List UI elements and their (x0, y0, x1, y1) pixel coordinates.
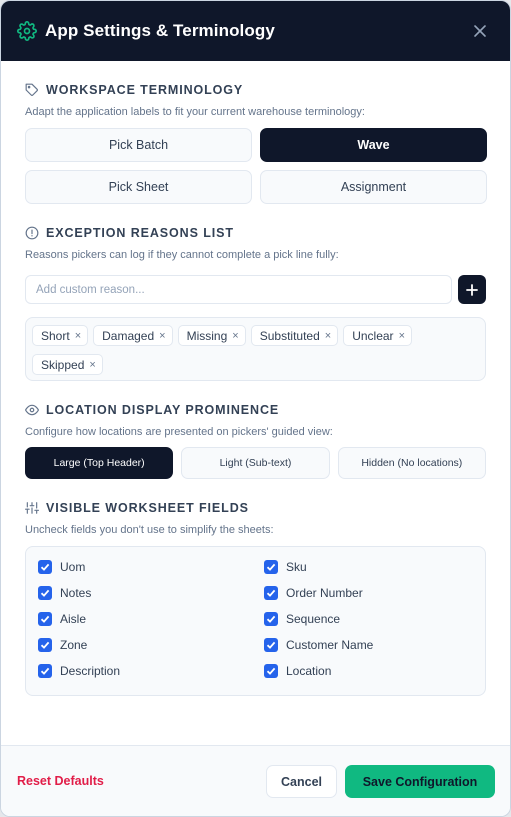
term-option-pick-sheet[interactable]: Pick Sheet (25, 170, 252, 204)
reason-tag: Substituted × (250, 325, 339, 346)
field-aisle[interactable]: Aisle (38, 606, 264, 632)
location-heading: LOCATION DISPLAY PROMINENCE (25, 403, 486, 417)
field-order-number[interactable]: Order Number (264, 580, 464, 606)
fields-description: Uncheck fields you don't use to simplify… (25, 524, 274, 536)
modal-body: WORKSPACE TERMINOLOGY Adapt the applicat… (1, 83, 510, 696)
term-option-assignment[interactable]: Assignment (260, 170, 487, 204)
field-label: Zone (60, 638, 88, 652)
settings-modal: App Settings & Terminology WORKSPACE TER… (0, 0, 511, 817)
section-title: EXCEPTION REASONS LIST (46, 226, 234, 240)
modal-header: App Settings & Terminology (1, 1, 510, 61)
remove-tag-icon[interactable]: × (232, 330, 238, 342)
exceptions-description: Reasons pickers can log if they cannot c… (25, 249, 339, 261)
checkbox-checked-icon[interactable] (38, 560, 52, 574)
field-zone[interactable]: Zone (38, 632, 264, 658)
field-sku[interactable]: Sku (264, 554, 464, 580)
field-notes[interactable]: Notes (38, 580, 264, 606)
checkbox-checked-icon[interactable] (38, 638, 52, 652)
fields-column-right: Sku Order Number Sequence Customer Name … (264, 554, 464, 693)
save-configuration-button[interactable]: Save Configuration (345, 765, 495, 798)
cancel-button[interactable]: Cancel (266, 765, 337, 798)
eye-icon (25, 403, 39, 417)
field-sequence[interactable]: Sequence (264, 606, 464, 632)
checkbox-checked-icon[interactable] (264, 638, 278, 652)
checkbox-checked-icon[interactable] (264, 664, 278, 678)
section-title: WORKSPACE TERMINOLOGY (46, 83, 244, 97)
remove-tag-icon[interactable]: × (159, 330, 165, 342)
reason-tag: Unclear × (343, 325, 412, 346)
add-reason-row (25, 275, 486, 304)
location-option-hidden[interactable]: Hidden (No locations) (337, 447, 486, 479)
location-option-large[interactable]: Large (Top Header) (25, 447, 174, 479)
field-label: Location (286, 664, 332, 678)
add-reason-button[interactable] (458, 275, 486, 304)
field-uom[interactable]: Uom (38, 554, 264, 580)
remove-tag-icon[interactable]: × (325, 330, 331, 342)
field-label: Order Number (286, 586, 363, 600)
checkbox-checked-icon[interactable] (264, 612, 278, 626)
worksheet-fields: Uom Notes Aisle Zone Description Sku Ord… (25, 546, 486, 696)
location-option-light[interactable]: Light (Sub-text) (181, 447, 330, 479)
field-location[interactable]: Location (264, 658, 464, 684)
modal-footer: Reset Defaults Cancel Save Configuration (1, 745, 510, 816)
reason-tag: Damaged × (93, 325, 173, 346)
alert-circle-icon (25, 226, 39, 240)
field-label: Sequence (286, 612, 341, 626)
reason-tag: Missing × (177, 325, 246, 346)
section-title: LOCATION DISPLAY PROMINENCE (46, 403, 280, 417)
field-label: Customer Name (286, 638, 374, 652)
terminology-options: Pick Batch Wave Pick Sheet Assignment (25, 128, 487, 204)
fields-heading: VISIBLE WORKSHEET FIELDS (25, 501, 486, 515)
reason-tag: Short × (32, 325, 89, 346)
remove-tag-icon[interactable]: × (75, 330, 81, 342)
terminology-description: Adapt the application labels to fit your… (25, 106, 365, 118)
field-label: Uom (60, 560, 86, 574)
section-title: VISIBLE WORKSHEET FIELDS (46, 501, 249, 515)
tag-label: Unclear (352, 328, 394, 343)
sliders-icon (25, 501, 39, 515)
exception-tags: Short × Damaged × Missing × Substituted × Un… (25, 317, 486, 381)
location-options: Large (Top Header) Light (Sub-text) Hidd… (25, 447, 486, 479)
checkbox-checked-icon[interactable] (264, 560, 278, 574)
term-option-pick-batch[interactable]: Pick Batch (25, 128, 252, 162)
location-description: Configure how locations are presented on… (25, 426, 333, 438)
field-label: Aisle (60, 612, 87, 626)
field-description[interactable]: Description (38, 658, 264, 684)
field-customer-name[interactable]: Customer Name (264, 632, 464, 658)
field-label: Sku (286, 560, 307, 574)
tag-label: Short (41, 328, 70, 343)
reset-defaults-button[interactable]: Reset Defaults (17, 774, 104, 788)
remove-tag-icon[interactable]: × (89, 359, 95, 371)
tag-label: Substituted (259, 328, 320, 343)
exceptions-heading: EXCEPTION REASONS LIST (25, 226, 486, 240)
field-label: Notes (60, 586, 92, 600)
modal-title: App Settings & Terminology (45, 21, 275, 40)
checkbox-checked-icon[interactable] (38, 664, 52, 678)
gear-icon (17, 21, 37, 41)
checkbox-checked-icon[interactable] (38, 586, 52, 600)
field-label: Description (60, 664, 121, 678)
terminology-heading: WORKSPACE TERMINOLOGY (25, 83, 486, 97)
tag-label: Damaged (102, 328, 155, 343)
close-icon[interactable] (470, 21, 490, 41)
custom-reason-input[interactable] (25, 275, 453, 304)
tag-label: Skipped (41, 357, 85, 372)
reason-tag: Skipped × (32, 354, 103, 375)
fields-column-left: Uom Notes Aisle Zone Description (38, 554, 264, 693)
tag-icon (25, 83, 39, 97)
tag-label: Missing (186, 328, 228, 343)
term-option-wave[interactable]: Wave (260, 128, 487, 162)
checkbox-checked-icon[interactable] (38, 612, 52, 626)
remove-tag-icon[interactable]: × (399, 330, 405, 342)
checkbox-checked-icon[interactable] (264, 586, 278, 600)
